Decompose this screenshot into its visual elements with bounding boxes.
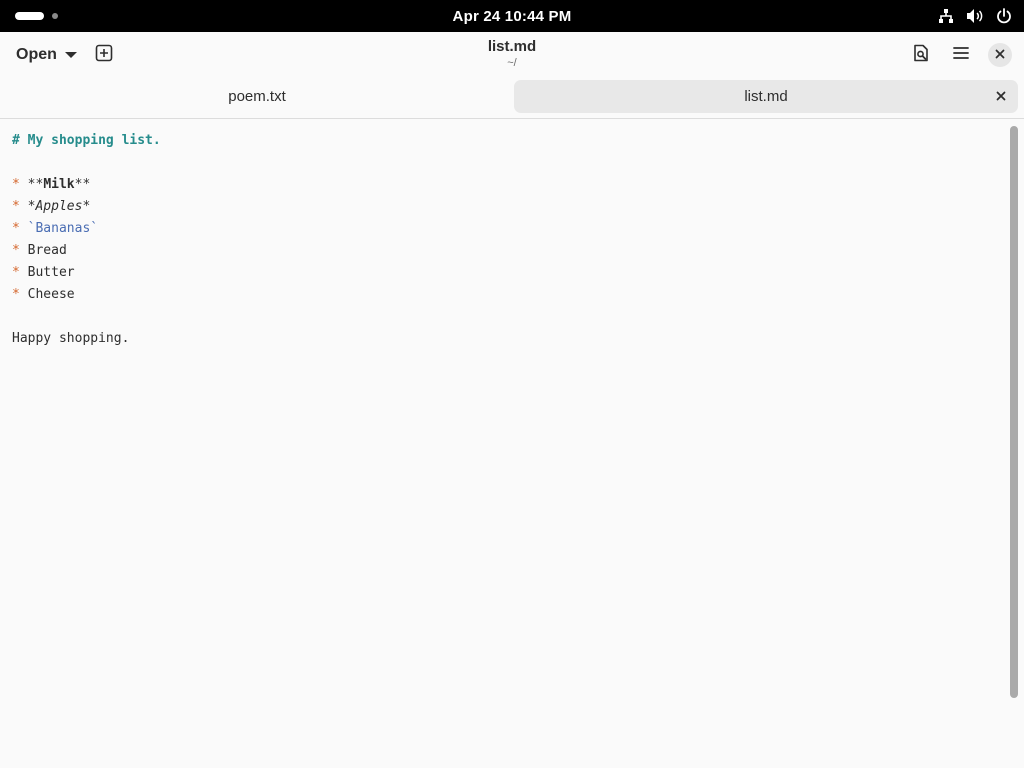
system-tray[interactable] [938, 8, 1012, 24]
bold-marker-close: ** [74, 177, 91, 192]
tab-list-md[interactable]: list.md [514, 80, 1018, 113]
chevron-down-icon [64, 52, 77, 58]
window-title: list.md ~/ [0, 38, 1024, 70]
text-editor[interactable]: # My shopping list. * **Milk** * *Apples… [0, 120, 1008, 768]
workspace-indicator-active [15, 12, 44, 20]
list-item: * *Apples* [12, 196, 996, 218]
hamburger-menu-icon [953, 46, 969, 65]
list-item-text: Bread [27, 243, 67, 258]
document-path: ~/ [507, 57, 517, 69]
new-tab-button[interactable] [88, 39, 120, 71]
header-bar: Open list.md ~/ [0, 32, 1024, 78]
list-item-text: Apples [35, 199, 83, 214]
open-button-label: Open [16, 46, 57, 63]
clock-label[interactable]: Apr 24 10:44 PM [453, 8, 572, 25]
tab-bar: poem.txt list.md [0, 78, 1024, 119]
list-item: * Bread [12, 240, 996, 262]
list-item: * `Bananas` [12, 218, 996, 240]
list-bullet: * [12, 199, 20, 214]
list-item-text: Bananas [35, 221, 91, 236]
list-item-text: Milk [43, 177, 75, 192]
new-tab-icon [95, 44, 113, 67]
list-item: * Cheese [12, 284, 996, 306]
system-top-bar: Apr 24 10:44 PM [0, 0, 1024, 32]
scrollbar-thumb[interactable] [1010, 126, 1018, 698]
workspace-indicator-inactive [52, 13, 58, 19]
network-icon [938, 8, 954, 24]
tab-close-button[interactable] [992, 87, 1010, 105]
code-marker-close: ` [90, 221, 99, 236]
find-button[interactable] [905, 39, 937, 71]
tab-label: list.md [744, 88, 788, 105]
markdown-heading: # My shopping list. [12, 133, 161, 148]
list-item: * Butter [12, 262, 996, 284]
document-title: list.md [487, 38, 537, 55]
footer-text: Happy shopping. [12, 331, 130, 346]
list-item-text: Butter [27, 265, 75, 280]
volume-icon [966, 8, 984, 24]
list-item: * **Milk** [12, 174, 996, 196]
close-icon [996, 91, 1006, 101]
list-item-text: Cheese [27, 287, 75, 302]
list-bullet: * [12, 221, 20, 236]
power-icon [996, 8, 1012, 24]
close-icon [995, 46, 1005, 64]
main-menu-button[interactable] [945, 39, 977, 71]
bold-marker-open: ** [27, 177, 44, 192]
list-bullet: * [12, 265, 20, 280]
activities-button[interactable] [15, 12, 58, 20]
clock: Apr 24 10:44 PM [0, 8, 1024, 25]
list-bullet: * [12, 177, 20, 192]
search-document-icon [912, 44, 930, 67]
list-bullet: * [12, 287, 20, 302]
tab-label: poem.txt [228, 88, 286, 105]
window-close-button[interactable] [988, 43, 1012, 67]
italic-marker-close: * [82, 199, 91, 214]
open-button[interactable]: Open [6, 39, 87, 71]
list-bullet: * [12, 243, 20, 258]
tab-poem-txt[interactable]: poem.txt [6, 80, 508, 113]
